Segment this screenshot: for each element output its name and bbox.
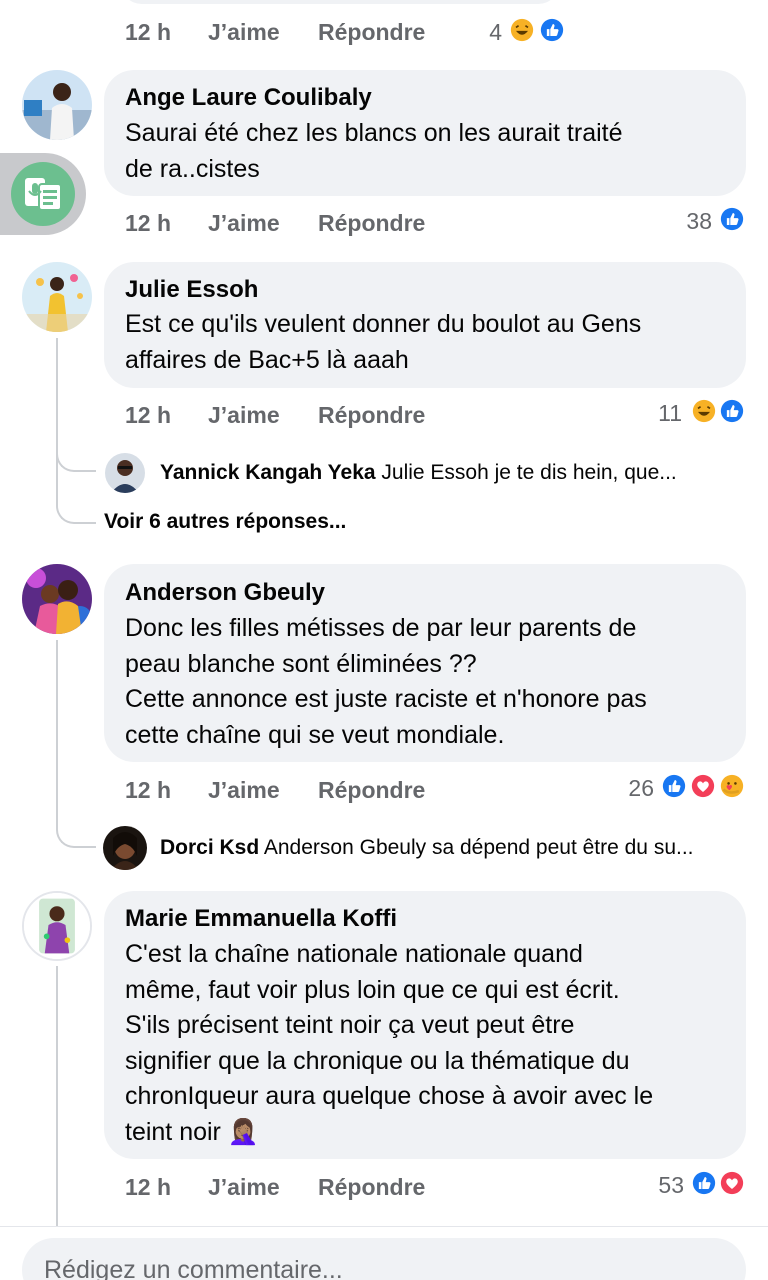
like-reaction-icon	[718, 397, 746, 425]
love-reaction-icon	[718, 1169, 746, 1197]
like-reaction-icon	[690, 1169, 718, 1197]
reaction-count[interactable]: 11	[640, 400, 682, 427]
reply-avatar[interactable]	[105, 453, 145, 493]
like-button[interactable]: J’aime	[208, 19, 280, 46]
reply-text: Anderson Gbeuly sa dépend peut être du s…	[263, 836, 694, 859]
reply-button[interactable]: Répondre	[318, 1174, 425, 1201]
reply-button[interactable]: Répondre	[318, 777, 425, 804]
comment-text: C'est la chaîne nationale nationale quan…	[125, 940, 654, 1146]
like-button[interactable]: J’aime	[208, 777, 280, 804]
comment-time: 12 h	[125, 402, 172, 428]
like-button[interactable]: J’aime	[208, 402, 280, 429]
love-reaction-icon	[689, 772, 717, 800]
haha-reaction-icon	[690, 397, 718, 425]
comment-time: 12 h	[125, 1174, 172, 1200]
comment-author[interactable]: Julie Essoh	[125, 276, 258, 304]
haha-reaction-icon	[508, 16, 536, 44]
like-reaction-icon	[538, 16, 566, 44]
avatar[interactable]	[22, 891, 92, 961]
comment-text: Saurai été chez les blancs on les aurait…	[125, 119, 623, 183]
reply-preview[interactable]: Yannick Kangah Yeka Julie Essoh je te di…	[160, 461, 677, 485]
comment-input-placeholder: Rédigez un commentaire...	[44, 1256, 343, 1280]
thread-curve	[56, 800, 96, 848]
avatar[interactable]	[22, 70, 92, 140]
comment-text: Donc les filles métisses de par leur par…	[125, 614, 647, 749]
reply-button[interactable]: Répondre	[318, 210, 425, 237]
comment-bubble	[120, 0, 560, 4]
reaction-count[interactable]: 38	[664, 208, 712, 235]
reaction-count[interactable]: 4	[460, 19, 502, 46]
avatar[interactable]	[22, 262, 92, 332]
reply-preview[interactable]: Dorci Ksd Anderson Gbeuly sa dépend peut…	[160, 836, 694, 860]
reaction-count[interactable]: 53	[642, 1172, 684, 1199]
reply-text: Julie Essoh je te dis hein, que...	[381, 461, 677, 484]
voice-document-icon	[11, 162, 75, 226]
avatar[interactable]	[22, 564, 92, 634]
view-more-replies-link[interactable]: Voir 6 autres réponses...	[104, 510, 346, 534]
reaction-count[interactable]: 26	[612, 775, 654, 802]
reply-button[interactable]: Répondre	[318, 402, 425, 429]
comment-time: 12 h	[125, 19, 172, 45]
comment-author[interactable]: Ange Laure Coulibaly	[125, 84, 372, 112]
comment-text: Est ce qu'ils veulent donner du boulot a…	[125, 310, 642, 374]
reply-avatar[interactable]	[103, 826, 147, 870]
like-button[interactable]: J’aime	[208, 1174, 280, 1201]
reply-author[interactable]: Dorci Ksd	[160, 836, 259, 859]
thread-line	[56, 640, 58, 820]
comment-author[interactable]: Anderson Gbeuly	[125, 579, 325, 607]
reply-button[interactable]: Répondre	[318, 19, 425, 46]
like-reaction-icon	[660, 772, 688, 800]
comment-time: 12 h	[125, 210, 172, 236]
comment-author[interactable]: Marie Emmanuella Koffi	[125, 905, 397, 933]
like-button[interactable]: J’aime	[208, 210, 280, 237]
reply-author[interactable]: Yannick Kangah Yeka	[160, 461, 376, 484]
thread-line	[56, 966, 58, 1226]
like-reaction-icon	[718, 205, 746, 233]
comment-time: 12 h	[125, 777, 172, 803]
floating-voice-button[interactable]	[0, 153, 86, 235]
thread-curve	[56, 456, 96, 524]
care-reaction-icon	[718, 772, 746, 800]
